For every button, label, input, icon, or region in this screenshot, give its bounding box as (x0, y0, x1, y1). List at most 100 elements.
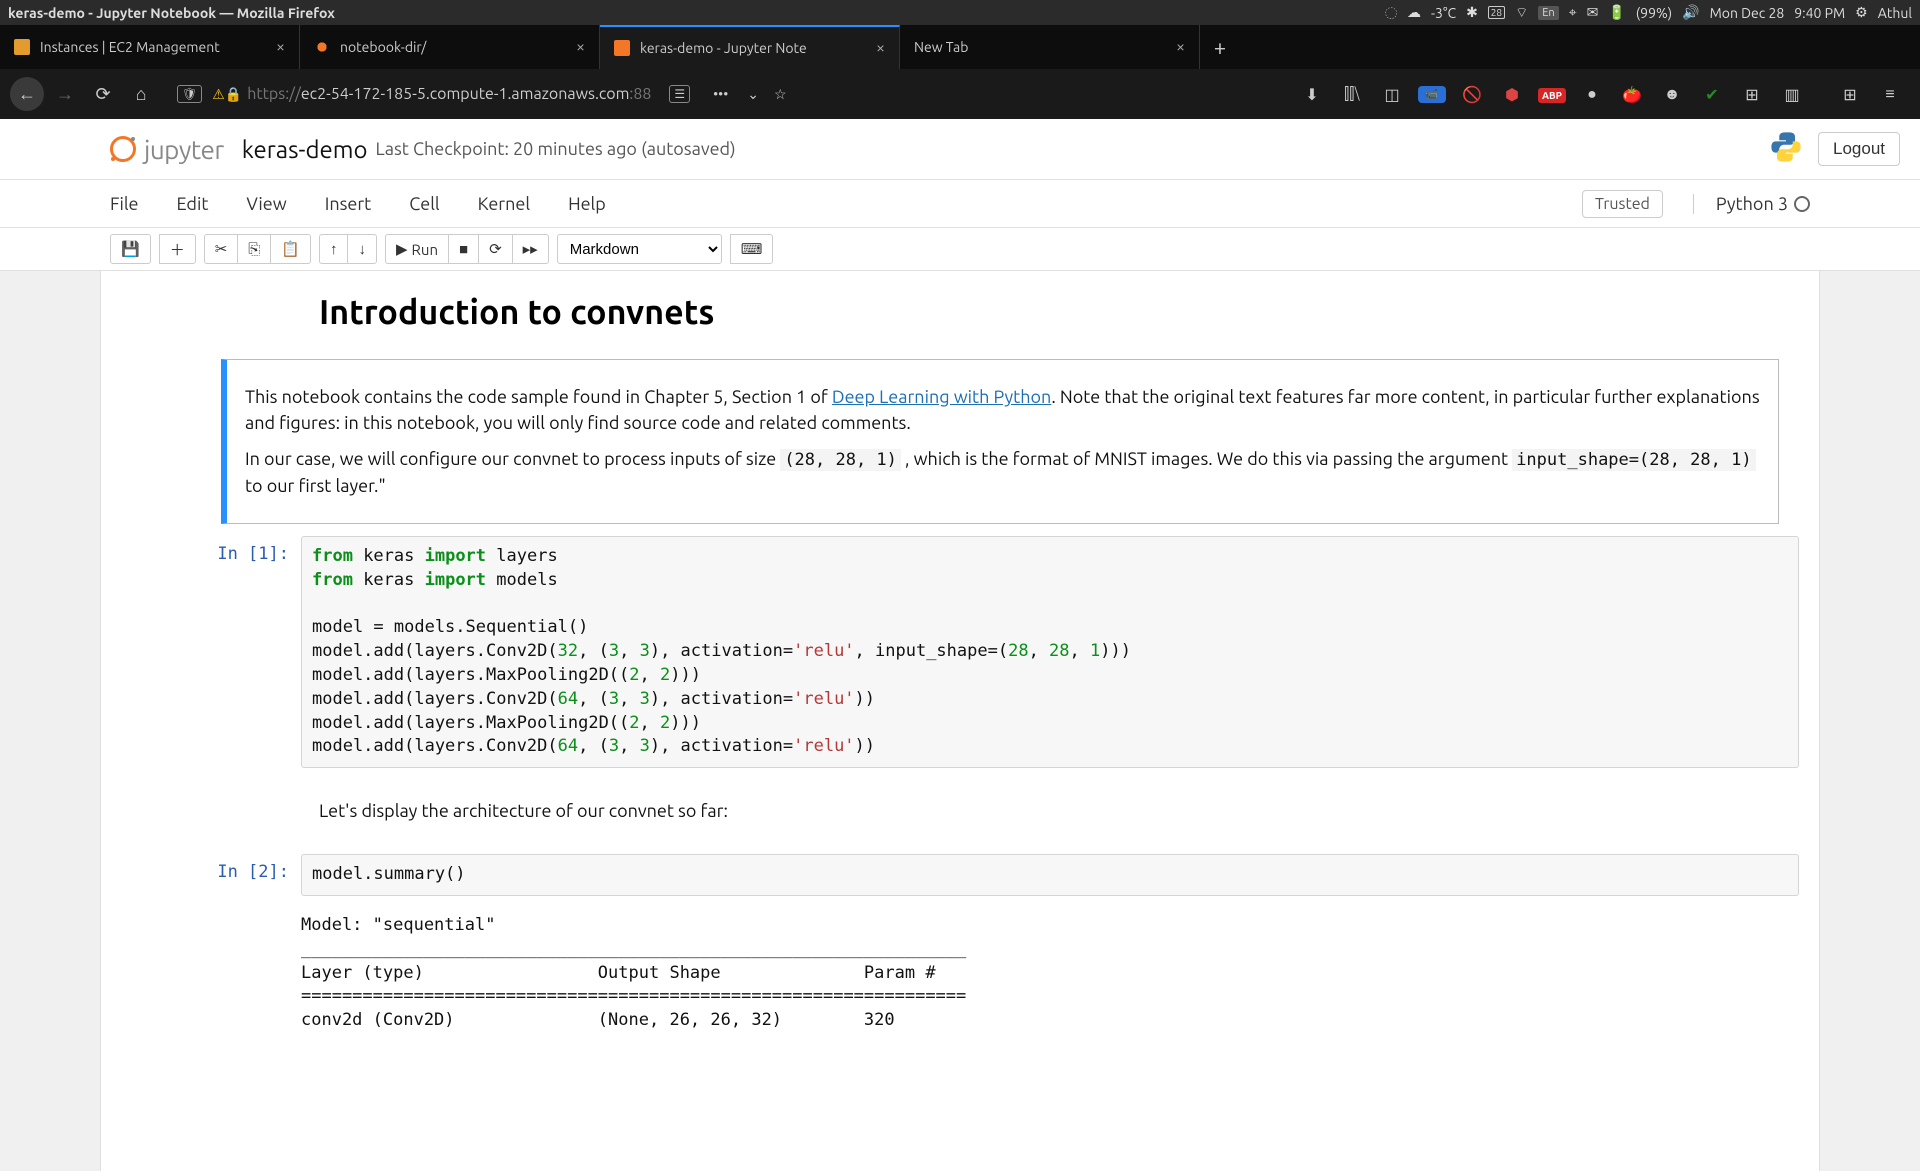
abp-icon[interactable]: ABP (1538, 85, 1566, 103)
settings-icon[interactable]: ⚙ (1855, 4, 1868, 21)
paste-button[interactable]: 📋 (270, 234, 311, 264)
bluetooth-icon[interactable]: ⌖ (1569, 4, 1577, 21)
download-icon[interactable]: ⬇ (1298, 85, 1326, 104)
forward-button[interactable]: → (48, 77, 82, 111)
logout-button[interactable]: Logout (1818, 132, 1900, 166)
tab-keras-demo[interactable]: keras-demo - Jupyter Note × (600, 25, 900, 69)
puzzle-icon[interactable]: ⊞ (1836, 85, 1864, 104)
move-up-button[interactable]: ↑ (319, 234, 348, 264)
close-icon[interactable]: × (1176, 38, 1185, 56)
calendar-icon[interactable]: 28 (1488, 6, 1505, 19)
copy-button[interactable]: ⎘ (237, 234, 270, 264)
close-icon[interactable]: × (876, 39, 885, 57)
menu-help[interactable]: Help (568, 194, 606, 214)
code-input[interactable]: model.summary() (301, 854, 1799, 896)
code-text: model.summary() (312, 863, 1788, 887)
favicon-icon (314, 39, 330, 55)
menu-kernel[interactable]: Kernel (478, 194, 530, 214)
restart-button[interactable]: ⟳ (478, 234, 512, 264)
volume-icon[interactable]: 🔊 (1682, 4, 1699, 21)
markdown-cell-intro[interactable]: This notebook contains the code sample f… (101, 359, 1819, 524)
ext-icon-1[interactable]: ● (1578, 85, 1606, 104)
new-tab-button[interactable]: + (1200, 25, 1240, 69)
kernel-indicator-icon[interactable] (1794, 196, 1810, 212)
menu-edit[interactable]: Edit (177, 194, 209, 214)
code-text: from keras import layers from keras impo… (312, 545, 1788, 759)
battery-percent: (99%) (1636, 5, 1672, 21)
back-button[interactable]: ← (10, 77, 44, 111)
command-palette-button[interactable]: ⌨ (730, 234, 774, 264)
close-icon[interactable]: × (276, 38, 285, 56)
jupyter-menubar: File Edit View Insert Cell Kernel Help T… (0, 180, 1920, 228)
wifi-icon[interactable]: ⌔ (1515, 4, 1528, 22)
tab-ec2[interactable]: Instances | EC2 Management × (0, 25, 300, 69)
save-button[interactable]: 💾 (110, 234, 151, 264)
hamburger-icon[interactable]: ≡ (1876, 85, 1904, 104)
jupyter-header: jupyter keras-demo Last Checkpoint: 20 m… (0, 119, 1920, 180)
add-cell-button[interactable]: ＋ (159, 234, 196, 264)
check-icon[interactable]: ✔ (1698, 85, 1726, 104)
grid-icon[interactable]: ⊞ (1738, 85, 1766, 104)
prompt: In [1]: (121, 536, 301, 768)
library-icon[interactable]: ⫿⫿⧹ (1338, 85, 1366, 104)
dropbox-icon[interactable]: ✱ (1466, 4, 1478, 21)
tomato-icon[interactable]: 🍅 (1618, 85, 1646, 104)
more-icon[interactable]: ••• (713, 86, 728, 102)
paragraph: In our case, we will configure our convn… (245, 446, 1760, 499)
markdown-cell-display[interactable]: Let's display the architecture of our co… (101, 780, 1819, 842)
tab-notebook-dir[interactable]: notebook-dir/ × (300, 25, 600, 69)
heading: Introduction to convnets (319, 293, 1781, 331)
home-button[interactable]: ⌂ (124, 77, 158, 111)
weather-icon[interactable]: ☁ (1407, 4, 1421, 21)
reload-button[interactable]: ⟳ (86, 77, 120, 111)
inline-code: (28, 28, 1) (780, 449, 901, 471)
sidebar-icon[interactable]: ◫ (1378, 85, 1406, 104)
code-cell-1[interactable]: In [1]: from keras import layers from ke… (101, 530, 1819, 774)
restart-run-button[interactable]: ▸▸ (512, 234, 549, 264)
run-button[interactable]: ▶ Run (385, 234, 448, 264)
ext-icon-2[interactable]: ☻ (1658, 85, 1686, 104)
reader-icon[interactable]: ☰ (669, 85, 690, 103)
menu-view[interactable]: View (246, 194, 286, 214)
output-text: Model: "sequential" ____________________… (301, 914, 1799, 1033)
date-label[interactable]: Mon Dec 28 (1710, 5, 1785, 21)
markdown-cell-title[interactable]: Introduction to convnets (101, 285, 1819, 353)
code-cell-2[interactable]: In [2]: model.summary() (101, 848, 1819, 902)
time-label[interactable]: 9:40 PM (1794, 5, 1845, 21)
menu-insert[interactable]: Insert (325, 194, 372, 214)
language-indicator[interactable]: En (1538, 6, 1558, 20)
ublock-icon[interactable]: ⬢ (1498, 85, 1526, 104)
tab-label: keras-demo - Jupyter Note (640, 40, 866, 56)
url-bar[interactable]: 🛡 ⚠🔒 https://ec2-54-172-185-5.compute-1.… (172, 85, 792, 103)
favicon-icon (14, 39, 30, 55)
user-label[interactable]: Athul (1878, 5, 1912, 21)
mail-icon[interactable]: ✉ (1587, 4, 1599, 21)
celltype-select[interactable]: Markdown (557, 234, 722, 264)
link-deep-learning[interactable]: Deep Learning with Python (832, 387, 1051, 407)
kernel-name[interactable]: Python 3 (1693, 194, 1788, 214)
menu-cell[interactable]: Cell (409, 194, 439, 214)
menu-file[interactable]: File (110, 194, 139, 214)
move-down-button[interactable]: ↓ (347, 234, 377, 264)
tab-new[interactable]: New Tab × (900, 25, 1200, 69)
trusted-badge[interactable]: Trusted (1582, 190, 1663, 218)
book-icon[interactable]: ▥ (1778, 85, 1806, 104)
pocket-icon[interactable]: ⌄ (747, 86, 759, 103)
browser-toolbar: ← → ⟳ ⌂ 🛡 ⚠🔒 https://ec2-54-172-185-5.co… (0, 69, 1920, 119)
lock-warning-icon[interactable]: ⚠🔒 (212, 86, 242, 103)
shield-icon[interactable]: 🛡 (177, 85, 202, 103)
bookmark-icon[interactable]: ☆ (774, 86, 787, 103)
cut-button[interactable]: ✂ (204, 234, 238, 264)
jupyter-logo[interactable]: jupyter (110, 135, 224, 164)
code-input[interactable]: from keras import layers from keras impo… (301, 536, 1799, 768)
jupyter-logo-text: jupyter (144, 135, 224, 164)
brightness-icon[interactable]: ◌ (1385, 5, 1397, 21)
close-icon[interactable]: × (576, 38, 585, 56)
stop-button[interactable]: ■ (448, 234, 478, 264)
paragraph: Let's display the architecture of our co… (319, 798, 1781, 824)
noscript-icon[interactable]: 🚫 (1458, 85, 1486, 104)
notebook-name[interactable]: keras-demo (242, 136, 368, 163)
zoom-icon[interactable]: 📹 (1418, 86, 1446, 103)
jupyter-toolbar: 💾 ＋ ✂ ⎘ 📋 ↑ ↓ ▶ Run ■ ⟳ ▸▸ Markdown ⌨ (0, 228, 1920, 271)
battery-icon[interactable]: 🔋 (1608, 4, 1625, 21)
